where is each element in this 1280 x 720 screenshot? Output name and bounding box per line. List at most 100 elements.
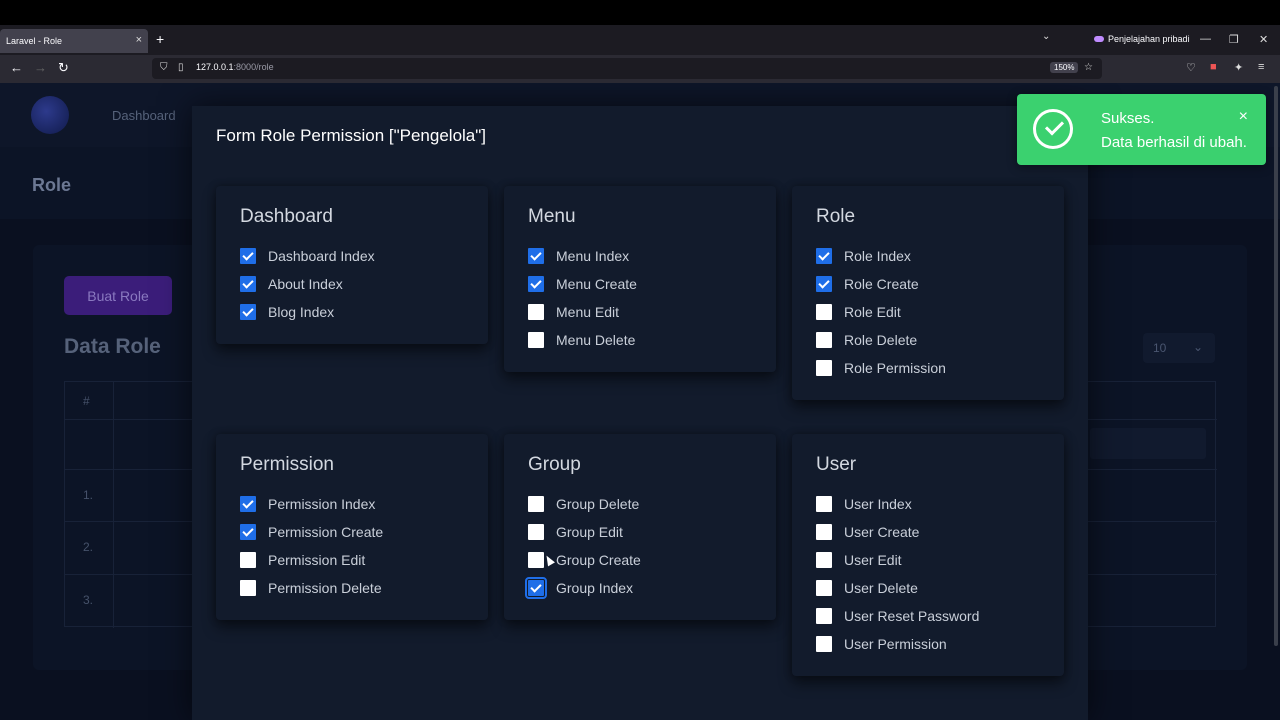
permission-item[interactable]: Menu Create bbox=[528, 274, 637, 294]
table-search-input[interactable] bbox=[1090, 428, 1206, 459]
permission-item[interactable]: Dashboard Index bbox=[240, 246, 375, 266]
shield-icon[interactable]: ⛉ bbox=[160, 62, 168, 73]
permission-checkbox[interactable] bbox=[816, 304, 832, 320]
permission-group-role: Role Role Index Role Create Role Edit Ro… bbox=[792, 186, 1064, 400]
permission-label: Role Permission bbox=[844, 360, 946, 376]
permission-group-group: Group Group Delete Group Edit Group Crea… bbox=[504, 434, 776, 620]
permission-checkbox[interactable] bbox=[240, 552, 256, 568]
permission-item[interactable]: About Index bbox=[240, 274, 343, 294]
row-number: 3. bbox=[83, 593, 94, 607]
address-bar[interactable]: ⛉ ▯ 127.0.0.1:8000/role 150% ☆ bbox=[152, 58, 1102, 79]
permission-item[interactable]: User Create bbox=[816, 522, 919, 542]
permission-label: Role Create bbox=[844, 276, 919, 292]
permission-label: Group Index bbox=[556, 580, 634, 596]
permission-checkbox[interactable] bbox=[528, 552, 544, 568]
extensions-icon[interactable]: ✦ bbox=[1234, 61, 1243, 74]
permission-label: Permission Delete bbox=[268, 580, 382, 596]
permission-checkbox[interactable] bbox=[816, 496, 832, 512]
zoom-level-badge[interactable]: 150% bbox=[1050, 62, 1079, 73]
create-role-button[interactable]: Buat Role bbox=[64, 276, 172, 315]
permission-item[interactable]: Menu Edit bbox=[528, 302, 619, 322]
permission-item[interactable]: User Reset Password bbox=[816, 606, 979, 626]
permission-checkbox[interactable] bbox=[528, 276, 544, 292]
window-close-icon[interactable]: ✕ bbox=[1259, 33, 1268, 46]
group-title: Menu bbox=[528, 206, 576, 227]
permission-checkbox[interactable] bbox=[816, 360, 832, 376]
permission-item[interactable]: Role Edit bbox=[816, 302, 901, 322]
permission-checkbox[interactable] bbox=[528, 248, 544, 264]
permission-checkbox[interactable] bbox=[240, 580, 256, 596]
permission-item[interactable]: Role Permission bbox=[816, 358, 946, 378]
permission-label: Menu Index bbox=[556, 248, 630, 264]
permission-item[interactable]: Group Edit bbox=[528, 522, 623, 542]
minimize-icon[interactable]: — bbox=[1200, 33, 1211, 45]
permission-checkbox[interactable] bbox=[240, 248, 256, 264]
permission-checkbox[interactable] bbox=[816, 524, 832, 540]
permission-checkbox[interactable] bbox=[528, 524, 544, 540]
permission-checkbox[interactable] bbox=[528, 496, 544, 512]
bookmark-star-icon[interactable]: ☆ bbox=[1084, 62, 1093, 73]
permission-checkbox[interactable] bbox=[528, 332, 544, 348]
permission-item[interactable]: Role Index bbox=[816, 246, 911, 266]
permission-label: User Delete bbox=[844, 580, 918, 596]
nav-dashboard[interactable]: Dashboard bbox=[112, 108, 176, 123]
success-toast: Sukses. Data berhasil di ubah. × bbox=[1017, 94, 1266, 165]
permission-label: Menu Delete bbox=[556, 332, 636, 348]
permission-checkbox[interactable] bbox=[816, 580, 832, 596]
permission-label: User Create bbox=[844, 524, 920, 540]
back-icon[interactable]: ← bbox=[10, 60, 23, 75]
permission-item[interactable]: Group Delete bbox=[528, 494, 639, 514]
tab-close-icon[interactable]: × bbox=[136, 34, 142, 46]
permission-item[interactable]: User Delete bbox=[816, 578, 918, 598]
permission-item[interactable]: User Edit bbox=[816, 550, 902, 570]
permission-label: User Index bbox=[844, 496, 912, 512]
pocket-icon[interactable]: ♡ bbox=[1186, 61, 1196, 74]
forward-icon[interactable]: → bbox=[34, 60, 47, 75]
app-logo[interactable] bbox=[31, 96, 69, 134]
permission-item[interactable]: Permission Index bbox=[240, 494, 375, 514]
permission-label: Dashboard Index bbox=[268, 248, 375, 264]
permission-checkbox[interactable] bbox=[240, 496, 256, 512]
page-scrollbar[interactable] bbox=[1274, 86, 1278, 646]
per-page-select[interactable]: 10 ⌄ bbox=[1143, 333, 1215, 363]
permission-checkbox[interactable] bbox=[816, 608, 832, 624]
new-tab-icon[interactable]: + bbox=[156, 31, 164, 47]
menu-icon[interactable]: ≡ bbox=[1258, 61, 1264, 73]
permission-checkbox[interactable] bbox=[816, 332, 832, 348]
permission-checkbox[interactable] bbox=[816, 276, 832, 292]
extension-badge-icon[interactable]: ■ bbox=[1210, 61, 1217, 73]
permission-checkbox[interactable] bbox=[816, 552, 832, 568]
browser-tab[interactable]: Laravel - Role × bbox=[0, 29, 148, 53]
restore-icon[interactable]: ❐ bbox=[1229, 33, 1239, 46]
permission-label: Role Index bbox=[844, 248, 911, 264]
permission-group-menu: Menu Menu Index Menu Create Menu Edit Me… bbox=[504, 186, 776, 372]
permission-item[interactable]: User Permission bbox=[816, 634, 947, 654]
permission-item[interactable]: Group Index bbox=[525, 577, 634, 599]
permission-item[interactable]: Menu Delete bbox=[528, 330, 635, 350]
check-circle-icon bbox=[1033, 109, 1073, 149]
url-text[interactable]: 127.0.0.1:8000/role bbox=[196, 62, 274, 72]
permission-item[interactable]: Permission Edit bbox=[240, 550, 365, 570]
permission-item[interactable]: User Index bbox=[816, 494, 912, 514]
permission-item[interactable]: Menu Index bbox=[528, 246, 629, 266]
permission-checkbox[interactable] bbox=[528, 304, 544, 320]
permission-item[interactable]: Permission Create bbox=[240, 522, 383, 542]
permission-item[interactable]: Blog Index bbox=[240, 302, 334, 322]
permission-item[interactable]: Permission Delete bbox=[240, 578, 382, 598]
permission-checkbox[interactable] bbox=[816, 248, 832, 264]
permission-label: Permission Create bbox=[268, 524, 384, 540]
permission-label: Group Delete bbox=[556, 496, 640, 512]
permission-label: Menu Create bbox=[556, 276, 637, 292]
tab-list-chevron-icon[interactable]: ⌄ bbox=[1042, 31, 1050, 42]
permission-item[interactable]: Role Create bbox=[816, 274, 919, 294]
reload-icon[interactable]: ↻ bbox=[58, 60, 69, 76]
permission-checkbox[interactable] bbox=[240, 304, 256, 320]
permission-item[interactable]: Role Delete bbox=[816, 330, 917, 350]
toast-close-icon[interactable]: × bbox=[1239, 108, 1248, 126]
permission-checkbox[interactable] bbox=[240, 524, 256, 540]
permission-checkbox[interactable] bbox=[525, 577, 547, 599]
chevron-down-icon: ⌄ bbox=[1192, 340, 1203, 354]
toast-title: Sukses. bbox=[1101, 110, 1155, 127]
permission-checkbox[interactable] bbox=[816, 636, 832, 652]
permission-checkbox[interactable] bbox=[240, 276, 256, 292]
